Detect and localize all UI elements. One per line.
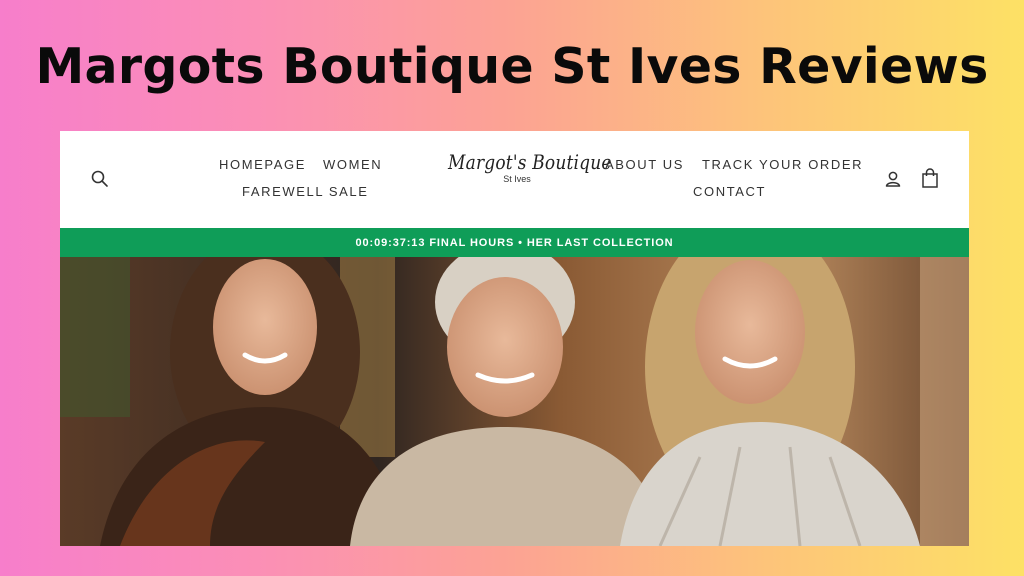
- nav-women[interactable]: WOMEN: [323, 157, 382, 172]
- nav-homepage[interactable]: HOMEPAGE: [219, 157, 306, 172]
- logo-wordmark: Margot's Boutique: [448, 151, 612, 175]
- user-icon[interactable]: [883, 169, 903, 189]
- logo-subtitle: St Ives: [503, 174, 531, 184]
- site-header: HOMEPAGE WOMEN FAREWELL SALE Margot's Bo…: [60, 131, 969, 228]
- shopping-bag-icon[interactable]: [920, 167, 940, 189]
- hero-photo: [60, 257, 969, 546]
- brand-logo[interactable]: Margot's Boutique St Ives: [448, 151, 612, 185]
- nav-track-order[interactable]: TRACK YOUR ORDER: [702, 157, 863, 172]
- nav-about-us[interactable]: ABOUT US: [605, 157, 684, 172]
- hero-illustration: [60, 257, 969, 546]
- nav-contact[interactable]: CONTACT: [693, 184, 766, 199]
- countdown-timer: 00:09:37:13: [355, 236, 426, 249]
- website-screenshot: HOMEPAGE WOMEN FAREWELL SALE Margot's Bo…: [60, 131, 969, 546]
- search-icon[interactable]: [90, 169, 110, 189]
- announcement-text: FINAL HOURS • HER LAST COLLECTION: [429, 236, 674, 249]
- page-headline: Margots Boutique St Ives Reviews: [35, 38, 989, 95]
- nav-farewell-sale[interactable]: FAREWELL SALE: [242, 184, 369, 199]
- announcement-bar: 00:09:37:13 FINAL HOURS • HER LAST COLLE…: [60, 228, 969, 257]
